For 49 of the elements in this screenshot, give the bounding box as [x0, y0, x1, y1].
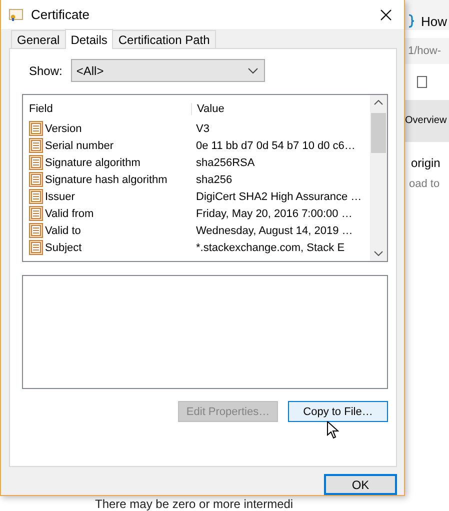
show-label: Show: [29, 64, 62, 78]
scroll-down-icon[interactable] [374, 251, 383, 256]
tab[interactable]: Details [64, 29, 114, 49]
tab[interactable]: Certification Path [112, 30, 216, 48]
window-title: Certificate [31, 7, 91, 22]
field-value[interactable]: *.stackexchange.com, Stack E [191, 242, 345, 254]
scrollbar[interactable] [370, 95, 387, 261]
field-name[interactable]: Issuer [45, 190, 75, 202]
cursor-icon [327, 421, 339, 439]
chevron-down-icon [248, 68, 258, 74]
field-name[interactable]: Signature algorithm [45, 156, 140, 168]
document-icon [29, 155, 43, 170]
tab[interactable]: General [11, 30, 66, 48]
field-value[interactable]: 0e 11 bb d7 0d 54 b7 10 d0 c6… [191, 140, 356, 152]
field-value[interactable]: DigiCert SHA2 High Assurance … [191, 190, 362, 202]
page-text: origin [410, 155, 442, 170]
document-icon [29, 121, 43, 136]
field-value[interactable]: Wednesday, August 14, 2019 … [191, 224, 353, 236]
section-tab[interactable]: Overview [405, 100, 449, 142]
document-icon [29, 223, 43, 238]
brace-icon [407, 14, 415, 28]
column-header[interactable]: Field [29, 103, 192, 115]
close-icon[interactable] [380, 8, 392, 20]
address-bar[interactable]: 1/how- [405, 38, 449, 64]
field-name[interactable]: Subject [45, 242, 82, 254]
document-icon [29, 189, 43, 204]
document-icon [29, 240, 43, 255]
toolbar-icon[interactable] [417, 76, 427, 88]
action-button[interactable]: Copy to File… [288, 401, 388, 422]
field-name[interactable]: Valid from [45, 208, 94, 220]
page-text: oad to [408, 177, 441, 190]
page-text: There may be zero or more intermedi [95, 497, 294, 511]
column-header[interactable]: Value [192, 103, 224, 115]
field-value[interactable]: Friday, May 20, 2016 7:00:00 … [191, 208, 352, 220]
field-value[interactable]: sha256RSA [191, 156, 255, 168]
field-name[interactable]: Signature hash algorithm [45, 174, 168, 186]
field-value[interactable]: sha256 [191, 174, 232, 186]
document-icon [29, 172, 43, 187]
field-name[interactable]: Version [45, 122, 82, 134]
scroll-up-icon[interactable] [374, 100, 383, 105]
scroll-thumb[interactable] [371, 113, 386, 153]
field-value[interactable]: V3 [191, 122, 210, 134]
document-icon [29, 206, 43, 221]
field-name[interactable]: Valid to [45, 224, 81, 236]
document-icon [29, 138, 43, 153]
ok-button[interactable]: OK [324, 474, 397, 495]
field-name[interactable]: Serial number [45, 140, 114, 152]
certificate-icon [9, 8, 23, 20]
show-dropdown[interactable]: <All> [71, 59, 266, 82]
